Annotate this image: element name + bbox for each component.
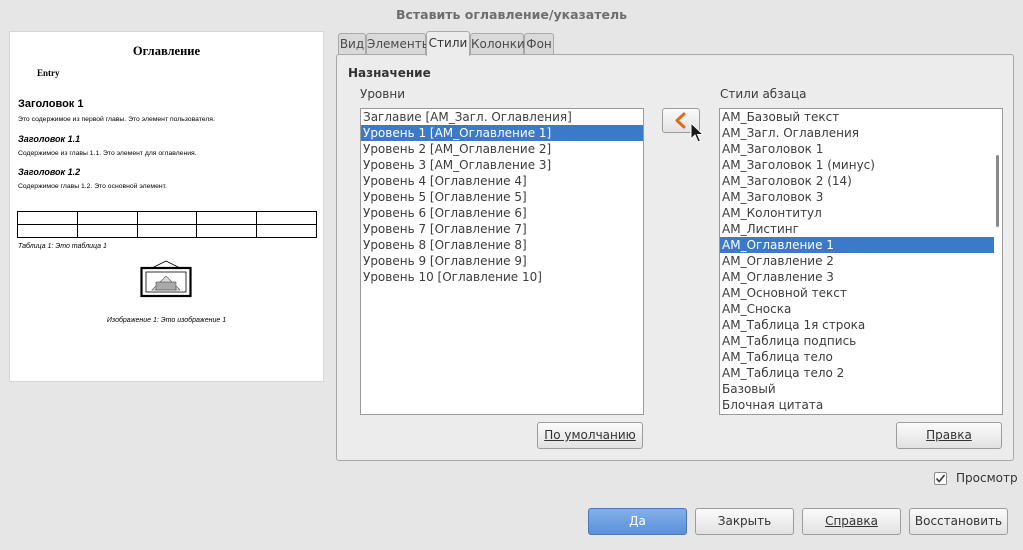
- window-title: Вставить оглавление/указатель: [395, 7, 628, 22]
- reset-button[interactable]: Восстановить: [909, 508, 1008, 535]
- preview-checkbox[interactable]: [934, 472, 947, 485]
- tab-entries[interactable]: Элементы: [366, 33, 431, 55]
- paragraph-styles-label: Стили абзаца: [720, 87, 807, 101]
- level-list-item[interactable]: Уровень 7 [Оглавление 7]: [361, 221, 643, 237]
- paragraph-style-list-item[interactable]: АМ_Таблица тело: [720, 349, 994, 365]
- paragraph-style-list-item[interactable]: АМ_Оглавление 2: [720, 253, 994, 269]
- preview-text-1-2: Содержимое главы 1.2. Это основной элеме…: [18, 183, 167, 190]
- level-list-item[interactable]: Уровень 6 [Оглавление 6]: [361, 205, 643, 221]
- tab-background[interactable]: Фон: [524, 33, 554, 55]
- checkmark-icon: [935, 474, 946, 483]
- levels-listbox[interactable]: Заглавие [АМ_Загл. Оглавления] Уровень 1 …: [360, 108, 644, 415]
- preview-pane: Оглавление Entry Заголовок 1 Это содержи…: [9, 31, 324, 382]
- help-button-label: Справка: [825, 514, 878, 528]
- preview-toc-title: Оглавление: [132, 44, 201, 58]
- preview-image-caption: Изображение 1: Это изображение 1: [106, 317, 227, 324]
- preview-table-caption: Таблица 1: Это таблица 1: [18, 243, 107, 250]
- level-list-item[interactable]: Уровень 10 [Оглавление 10]: [361, 269, 643, 285]
- paragraph-style-list-item[interactable]: АМ_Сноска: [720, 301, 994, 317]
- paragraph-style-list-item[interactable]: АМ_Листинг: [720, 221, 994, 237]
- paragraph-style-list-item[interactable]: АМ_Заголовок 1: [720, 141, 994, 157]
- paragraph-style-list-item[interactable]: АМ_Таблица 1я строка: [720, 317, 994, 333]
- level-list-item[interactable]: Уровень 8 [Оглавление 8]: [361, 237, 643, 253]
- assignment-legend: Назначение: [348, 66, 431, 80]
- default-button-label: По умолчанию: [544, 428, 636, 442]
- paragraph-style-list-item[interactable]: АМ_Оглавление 3: [720, 269, 994, 285]
- styles-scrollbar-thumb[interactable]: [996, 155, 999, 227]
- mouse-cursor-icon: [690, 122, 704, 143]
- paragraph-style-list-item[interactable]: АМ_Таблица тело 2: [720, 365, 994, 381]
- level-list-item[interactable]: Заглавие [АМ_Загл. Оглавления]: [361, 109, 643, 125]
- tab-view[interactable]: Вид: [338, 33, 366, 55]
- level-list-item[interactable]: Уровень 1 [АМ_Оглавление 1]: [361, 125, 643, 141]
- level-list-item[interactable]: Уровень 9 [Оглавление 9]: [361, 253, 643, 269]
- preview-checkbox-label: Просмотр: [956, 471, 1018, 485]
- preview-entry: Entry: [37, 68, 60, 78]
- edit-button[interactable]: Правка: [896, 422, 1002, 449]
- paragraph-style-list-item[interactable]: АМ_Заголовок 1 (минус): [720, 157, 994, 173]
- tab-styles[interactable]: Стили: [426, 31, 470, 56]
- level-list-item[interactable]: Уровень 3 [АМ_Оглавление 3]: [361, 157, 643, 173]
- paragraph-style-list-item[interactable]: АМ_Оглавление 1: [720, 237, 994, 253]
- preview-heading-1: Заголовок 1: [18, 98, 84, 110]
- paragraph-style-list-item[interactable]: АМ_Таблица подпись: [720, 333, 994, 349]
- picture-frame-icon: [140, 260, 192, 298]
- preview-text-1-1: Содержимое из главы 1.1. Это элемент для…: [18, 150, 197, 157]
- help-button[interactable]: Справка: [802, 508, 901, 535]
- level-list-item[interactable]: Уровень 4 [Оглавление 4]: [361, 173, 643, 189]
- paragraph-styles-listbox[interactable]: АМ_Базовый текст АМ_Загл. Оглавления АМ_За…: [719, 108, 1003, 415]
- paragraph-style-list-item[interactable]: АМ_Основной текст: [720, 285, 994, 301]
- paragraph-style-list-item[interactable]: Блочная цитата: [720, 397, 994, 413]
- preview-heading-1-1: Заголовок 1.1: [18, 134, 81, 144]
- preview-text-1: Это содержимое из первой главы. Это элем…: [18, 116, 215, 123]
- level-list-item[interactable]: Уровень 2 [АМ_Оглавление 2]: [361, 141, 643, 157]
- edit-button-label: Правка: [926, 428, 972, 442]
- level-list-item[interactable]: Уровень 5 [Оглавление 5]: [361, 189, 643, 205]
- paragraph-style-list-item[interactable]: АМ_Загл. Оглавления: [720, 125, 994, 141]
- paragraph-style-list-item[interactable]: АМ_Колонтитул: [720, 205, 994, 221]
- tab-columns[interactable]: Колонки: [470, 33, 525, 55]
- close-button[interactable]: Закрыть: [695, 508, 794, 535]
- paragraph-style-list-item[interactable]: АМ_Заголовок 2 (14): [720, 173, 994, 189]
- paragraph-style-list-item[interactable]: АМ_Базовый текст: [720, 109, 994, 125]
- default-button[interactable]: По умолчанию: [537, 422, 643, 449]
- preview-table: [17, 211, 317, 238]
- ok-button[interactable]: Да: [588, 508, 687, 535]
- paragraph-style-list-item[interactable]: АМ_Заголовок 3: [720, 189, 994, 205]
- preview-heading-1-2: Заголовок 1.2: [18, 167, 81, 177]
- levels-label: Уровни: [360, 87, 405, 101]
- paragraph-style-list-item[interactable]: Базовый: [720, 381, 994, 397]
